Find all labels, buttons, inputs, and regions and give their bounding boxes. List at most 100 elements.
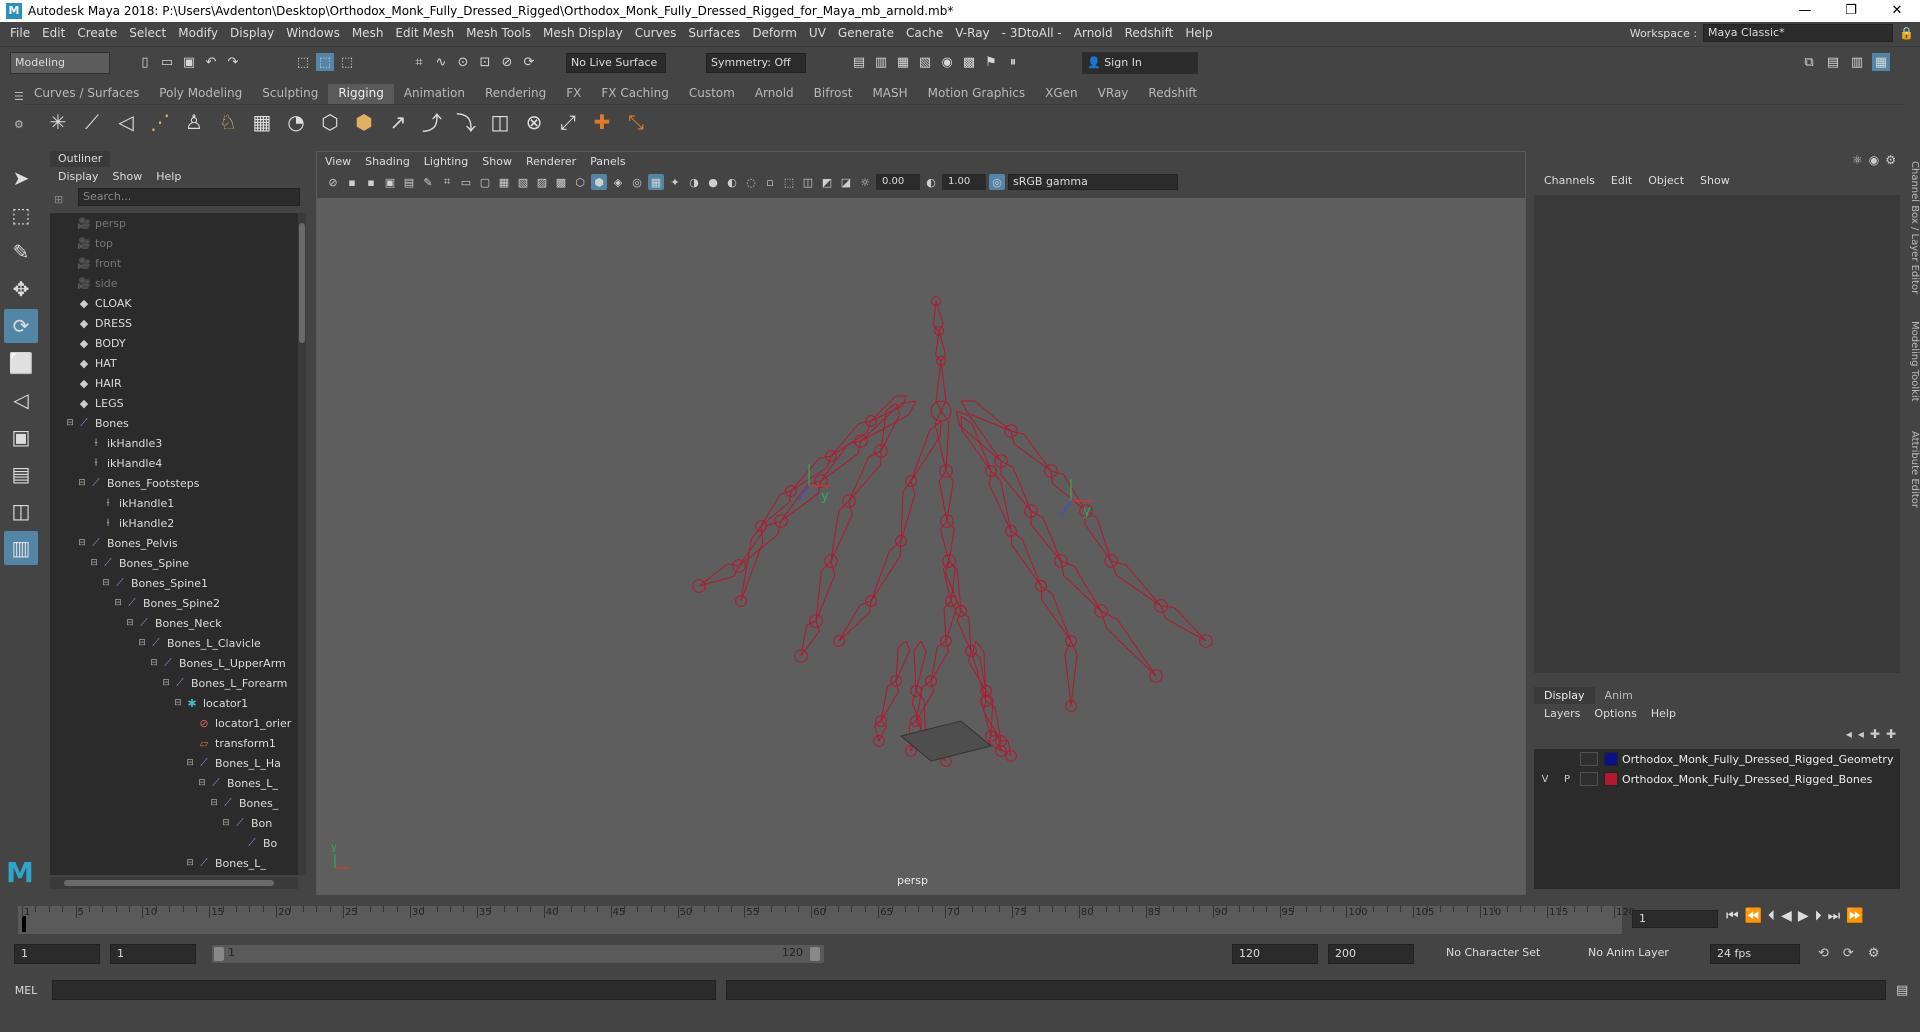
menu-3dtoall[interactable]: - 3DtoAll -: [996, 26, 1068, 40]
workspace-dropdown[interactable]: Maya Classic*: [1703, 24, 1894, 42]
outliner-row[interactable]: ⊟ ⟋ Bones_L_: [50, 853, 298, 873]
outliner-search-input[interactable]: Search...: [78, 188, 300, 206]
viewport-menu-shading[interactable]: Shading: [365, 155, 410, 168]
save-scene-icon[interactable]: ▣: [180, 53, 198, 71]
lock-icon[interactable]: 🔒: [1899, 26, 1914, 40]
outliner-row[interactable]: ⊘ locator1_orier: [50, 713, 298, 733]
shelf-tool-13-icon[interactable]: ◫: [486, 108, 514, 136]
menu-arnold[interactable]: Arnold: [1068, 26, 1119, 40]
shelf-tab-bifrost[interactable]: Bifrost: [804, 84, 863, 104]
gate-mask-icon[interactable]: ▦: [496, 174, 512, 190]
outliner-row[interactable]: ⊟ ✱ locator1: [50, 693, 298, 713]
current-frame-field[interactable]: 1: [1632, 910, 1718, 928]
ipr-render-icon[interactable]: ▦: [894, 53, 912, 71]
menu-help[interactable]: Help: [1179, 26, 1218, 40]
resolution-gate-icon[interactable]: ▢: [477, 174, 493, 190]
last-tool-icon[interactable]: ◁: [4, 383, 38, 417]
outliner-row[interactable]: ⊟ ⟋ Bones_: [50, 793, 298, 813]
script-editor-icon[interactable]: ▤: [1896, 983, 1908, 998]
range-start-handle[interactable]: [214, 947, 224, 961]
menu-modify[interactable]: Modify: [172, 26, 224, 40]
shelf-tool-14-icon[interactable]: ⊗: [520, 108, 548, 136]
shelf-tab-curves-surfaces[interactable]: Curves / Surfaces: [24, 84, 149, 104]
lasso-tool-icon[interactable]: ⬚: [4, 198, 38, 232]
render-frame-icon[interactable]: ▤: [850, 53, 868, 71]
go-to-start-icon[interactable]: ⏮: [1726, 908, 1739, 924]
shelf-tool-4-icon[interactable]: ♙: [180, 108, 208, 136]
wireframe-on-shaded-icon[interactable]: ◈: [610, 174, 626, 190]
play-backwards-icon[interactable]: ◀: [1781, 908, 1792, 924]
outliner-row[interactable]: ⊟ ⟋ Bones_Pelvis: [50, 533, 298, 553]
outliner-row[interactable]: ◆ BODY: [50, 333, 298, 353]
menu-surfaces[interactable]: Surfaces: [682, 26, 746, 40]
layer-playback-toggle[interactable]: P: [1556, 774, 1578, 785]
wireframe-icon[interactable]: ⬡: [572, 174, 588, 190]
anim-prefs-icon[interactable]: ⚙: [1868, 946, 1880, 961]
layer-visibility-toggle[interactable]: V: [1534, 774, 1556, 785]
expand-toggle-icon[interactable]: ⊟: [172, 698, 184, 708]
play-forwards-icon[interactable]: ▶: [1798, 908, 1809, 924]
step-forward-key-icon[interactable]: ⏭: [1828, 908, 1841, 924]
motion-blur-icon[interactable]: ◐: [724, 174, 740, 190]
viewport-menu-view[interactable]: View: [325, 155, 351, 168]
new-layer-selected-icon[interactable]: ✚: [1886, 727, 1896, 741]
outliner-row[interactable]: ⊟ ⟋ Bones_L_UpperArm: [50, 653, 298, 673]
outliner-row[interactable]: ⊟ ⟋ Bones_Spine: [50, 553, 298, 573]
layer-menu-help[interactable]: Help: [1651, 707, 1676, 720]
expand-toggle-icon[interactable]: ⊟: [148, 658, 160, 668]
layer-display-type-toggle[interactable]: [1580, 772, 1598, 786]
gamma-icon[interactable]: ◐: [923, 174, 939, 190]
shelf-tool-3-icon[interactable]: ⋰: [146, 108, 174, 136]
smooth-shade-icon[interactable]: ⬢: [591, 174, 607, 190]
shelf-tab-sculpting[interactable]: Sculpting: [252, 84, 328, 104]
menu-uv[interactable]: UV: [803, 26, 832, 40]
stop-icon[interactable]: ⚑: [982, 53, 1000, 71]
attribute-editor-side-tab[interactable]: Attribute Editor: [1906, 431, 1920, 508]
depth-of-field-icon[interactable]: ▫: [762, 174, 778, 190]
ambient-occlusion-icon[interactable]: ●: [705, 174, 721, 190]
exposure-icon[interactable]: ☼: [857, 174, 873, 190]
snap-grid-icon[interactable]: ⌗: [410, 53, 428, 71]
current-time-marker[interactable]: [22, 916, 26, 932]
channel-menu-object[interactable]: Object: [1648, 174, 1684, 187]
menuset-dropdown[interactable]: Modeling: [10, 52, 110, 74]
outliner-menu-display[interactable]: Display: [58, 170, 99, 183]
symmetry-dropdown[interactable]: Symmetry: Off: [706, 53, 806, 73]
layer-menu-options[interactable]: Options: [1594, 707, 1636, 720]
xray-joints-icon[interactable]: ▦: [648, 174, 664, 190]
layer-tab-anim[interactable]: Anim: [1595, 687, 1643, 704]
outliner-row[interactable]: ◆ CLOAK: [50, 293, 298, 313]
channel-box-layer-icon[interactable]: ◉: [1869, 153, 1879, 167]
viewport-canvas[interactable]: y y y: [317, 198, 1525, 894]
shelf-tab-poly-modeling[interactable]: Poly Modeling: [149, 84, 252, 104]
undo-icon[interactable]: ↶: [202, 53, 220, 71]
modeling-toolkit-toggle-icon[interactable]: ⧉: [1800, 53, 1818, 71]
grease-pencil-icon[interactable]: ✎: [420, 174, 436, 190]
expand-toggle-icon[interactable]: ⊟: [112, 598, 124, 608]
expand-toggle-icon[interactable]: ⊟: [64, 418, 76, 428]
outliner-row[interactable]: ⊟ ⟋ Bones_L_Clavicle: [50, 633, 298, 653]
menu-generate[interactable]: Generate: [832, 26, 900, 40]
image-plane-icon[interactable]: ▣: [382, 174, 398, 190]
outliner-row[interactable]: ⟊ ikHandle2: [50, 513, 298, 533]
shelf-tool-12-icon[interactable]: ⤵: [452, 108, 480, 136]
outliner-row[interactable]: ⊟ ⟋ Bones_L_: [50, 773, 298, 793]
menu-mesh-display[interactable]: Mesh Display: [537, 26, 629, 40]
mel-label[interactable]: MEL: [0, 984, 52, 997]
channel-menu-edit[interactable]: Edit: [1611, 174, 1632, 187]
outliner-row[interactable]: ▱ transform1: [50, 733, 298, 753]
layer-menu-layers[interactable]: Layers: [1544, 707, 1580, 720]
exposure-field[interactable]: 0.00: [876, 174, 920, 190]
select-hierarchy-icon[interactable]: ⬚: [294, 53, 312, 71]
shelf-tab-motion-graphics[interactable]: Motion Graphics: [918, 84, 1036, 104]
modeling-toolkit-side-tab[interactable]: Modeling Toolkit: [1906, 321, 1920, 402]
expand-toggle-icon[interactable]: ⊟: [160, 678, 172, 688]
shelf-tab-xgen[interactable]: XGen: [1035, 84, 1088, 104]
menu-mesh[interactable]: Mesh: [346, 26, 390, 40]
outliner-row[interactable]: 🎥 side: [50, 273, 298, 293]
channel-box-side-tab[interactable]: Channel Box / Layer Editor: [1906, 161, 1920, 294]
outliner-row[interactable]: 🎥 front: [50, 253, 298, 273]
shadows-icon[interactable]: ◑: [686, 174, 702, 190]
step-forward-frame-icon[interactable]: ⏵: [1815, 908, 1822, 924]
outliner-row[interactable]: ⟋ Bo: [50, 833, 298, 853]
